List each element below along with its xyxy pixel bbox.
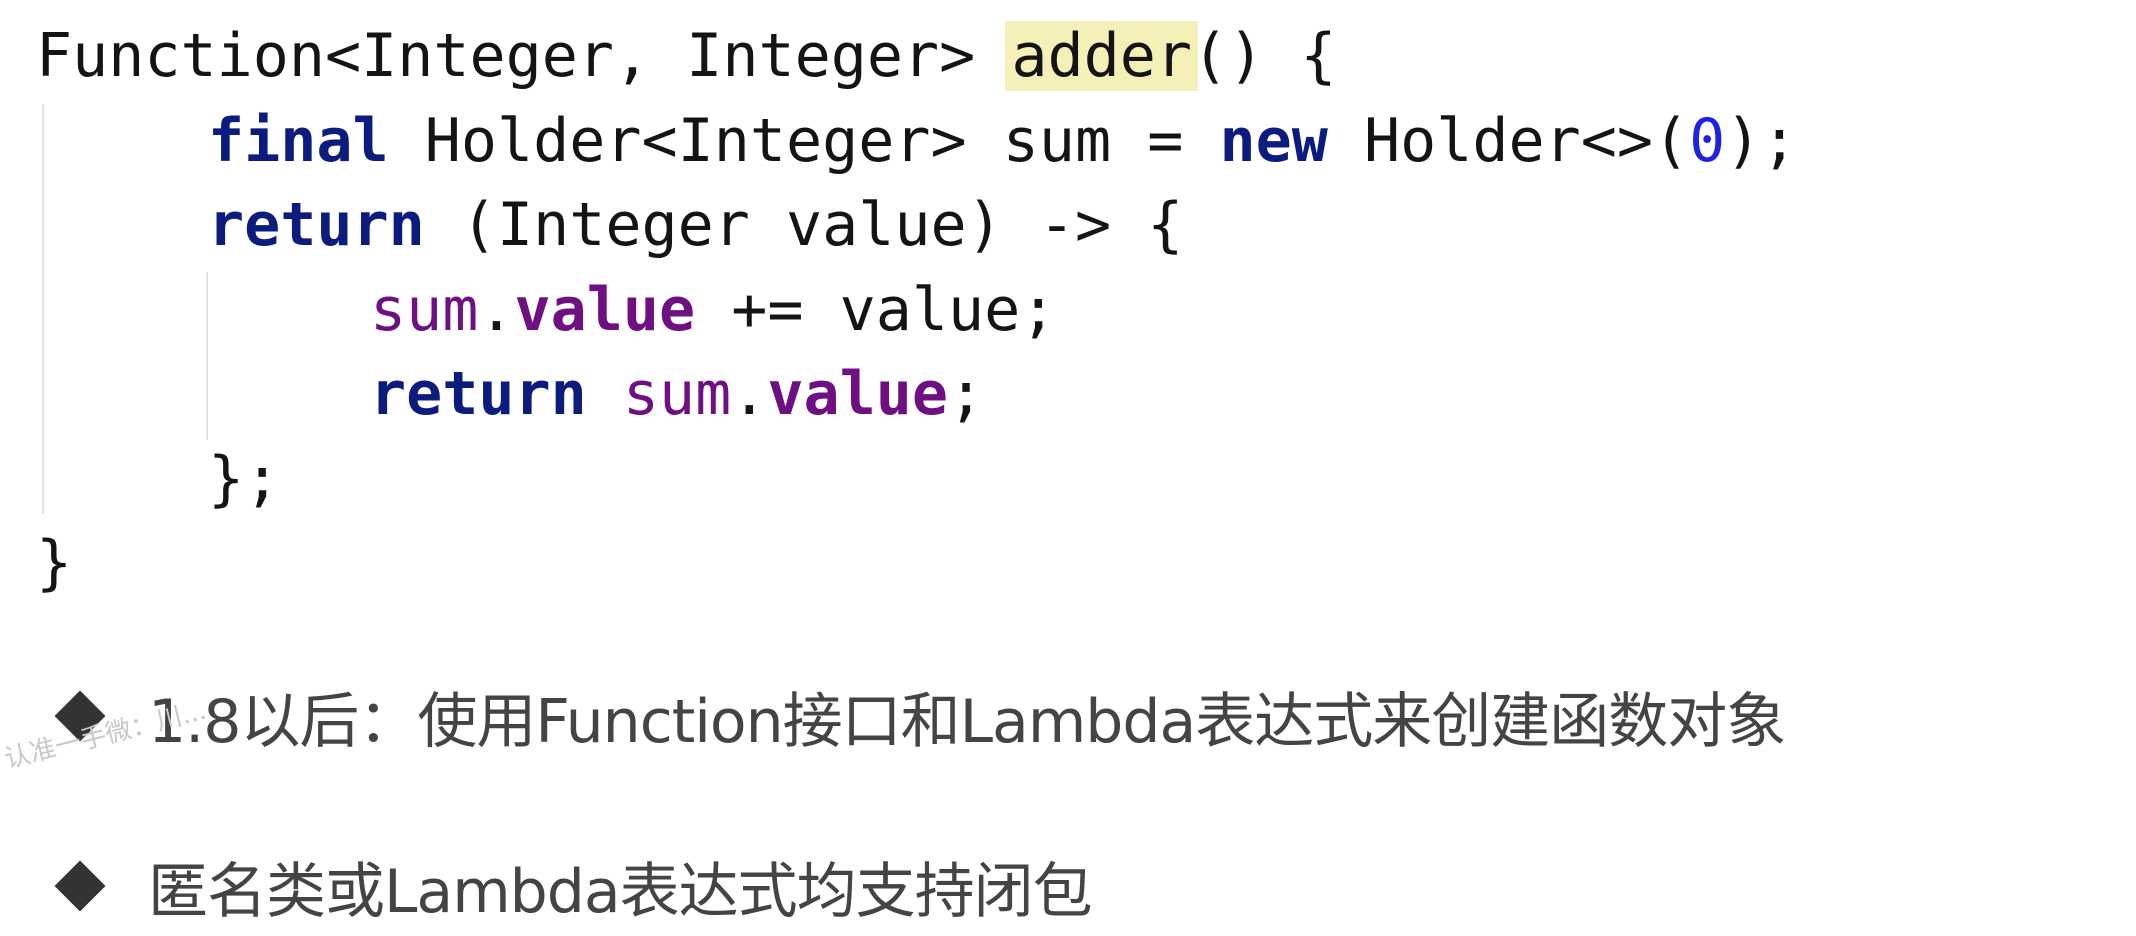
field-value: value <box>767 359 948 429</box>
code-line-2: final Holder<Integer> sum = new Holder<>… <box>36 99 1797 184</box>
method-name-highlight: adder <box>1005 21 1198 91</box>
code-text: }; <box>208 443 281 514</box>
variable-sum: sum <box>622 359 732 429</box>
code-text: . <box>478 274 515 345</box>
code-text: (Integer value) -> { <box>424 190 1184 260</box>
number-literal: 0 <box>1689 105 1726 176</box>
bullet-text: 1.8以后：使用Function接口和Lambda表达式来创建函数对象 <box>148 686 1786 757</box>
variable-sum: sum <box>370 274 479 345</box>
bullet-list: 1.8以后：使用Function接口和Lambda表达式来创建函数对象 匿名类或… <box>50 666 1786 936</box>
code-text: } <box>36 528 73 598</box>
code-text: ); <box>1725 105 1798 176</box>
code-line-1: Function<Integer, Integer> adder() { <box>36 14 1797 99</box>
code-text: Function<Integer, Integer> <box>36 21 1012 91</box>
code-line-5: return sum.value; <box>36 352 1797 437</box>
code-line-4: sum.value += value; <box>36 268 1797 353</box>
code-line-3: return (Integer value) -> { <box>36 183 1797 268</box>
keyword-return: return <box>208 190 425 260</box>
field-value: value <box>514 274 696 345</box>
keyword-final: final <box>208 105 389 176</box>
code-text: () { <box>1191 21 1337 91</box>
bullet-item-2: 匿名类或Lambda表达式均支持闭包 <box>50 836 1785 936</box>
code-text: Holder<>( <box>1327 105 1690 176</box>
keyword-return: return <box>370 359 587 429</box>
keyword-new: new <box>1219 105 1328 176</box>
bullet-text: 匿名类或Lambda表达式均支持闭包 <box>148 856 1093 927</box>
code-block: Function<Integer, Integer> adder() { fin… <box>36 14 1797 606</box>
code-line-6: }; <box>36 437 1797 522</box>
code-line-7: } <box>36 521 1797 606</box>
bullet-item-1: 1.8以后：使用Function接口和Lambda表达式来创建函数对象 <box>50 666 1786 766</box>
code-text: += value; <box>695 274 1057 345</box>
code-text: Holder<Integer> sum = <box>388 105 1220 176</box>
diamond-bullet-icon <box>54 860 106 912</box>
code-text: ; <box>948 359 985 429</box>
code-text: . <box>731 359 768 429</box>
